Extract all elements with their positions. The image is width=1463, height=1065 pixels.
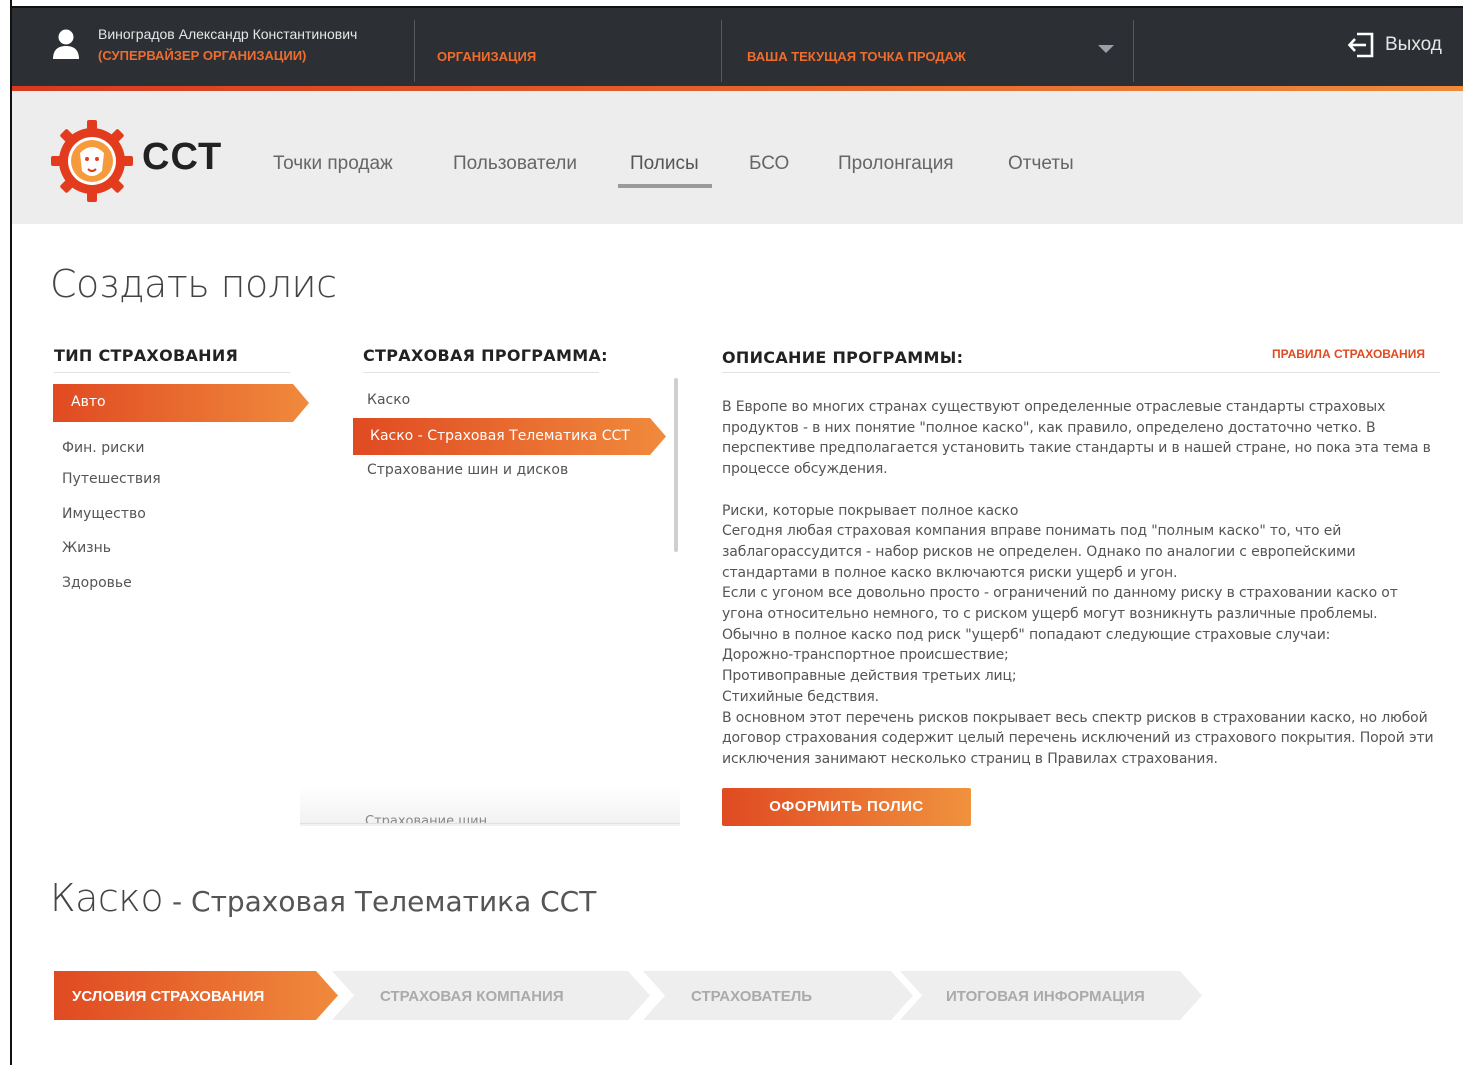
program-item-kasko-telematics[interactable]: Каско - Страховая Телематика ССТ <box>353 418 666 455</box>
type-item-travel[interactable]: Путешествия <box>62 471 161 487</box>
programs-heading-divider <box>363 372 599 373</box>
type-item-life[interactable]: Жизнь <box>62 540 111 556</box>
description-case: Стихийные бедствия. <box>722 688 879 705</box>
nav-item-users[interactable]: Пользователи <box>453 153 577 175</box>
step-summary[interactable]: ИТОГОВАЯ ИНФОРМАЦИЯ <box>900 971 1202 1020</box>
list-fade-shadow <box>300 786 680 826</box>
logo-text[interactable]: ССТ <box>142 136 222 179</box>
description-heading: ОПИСАНИЕ ПРОГРАММЫ: <box>722 348 964 367</box>
list-bottom-divider <box>300 823 680 824</box>
description-case: Противоправные действия третьих лиц; <box>722 668 1017 685</box>
description-risks-title: Риски, которые покрывает полное каско <box>722 502 1019 519</box>
description-paragraph: В основном этот перечень рисков покрывае… <box>722 709 1434 767</box>
nav-item-sales-points[interactable]: Точки продаж <box>273 153 393 175</box>
product-title-rest: - Страховая Телематика ССТ <box>163 885 597 918</box>
step-insurance-company[interactable]: СТРАХОВАЯ КОМПАНИЯ <box>332 971 650 1020</box>
nav-active-underline <box>618 184 712 188</box>
description-paragraph: Обычно в полное каско под риск "ущерб" п… <box>722 626 1331 643</box>
user-role: (СУПЕРВАЙЗЕР ОРГАНИЗАЦИИ) <box>98 48 307 63</box>
nav-item-prolongation[interactable]: Пролонгация <box>838 153 954 175</box>
type-item-auto[interactable]: Авто <box>53 384 309 422</box>
types-heading: ТИП СТРАХОВАНИЯ <box>54 346 239 365</box>
topbar-separator <box>721 20 722 82</box>
topbar-separator <box>414 20 415 82</box>
lion-gear-logo-icon[interactable] <box>50 119 134 203</box>
step-policyholder[interactable]: СТРАХОВАТЕЛЬ <box>643 971 913 1020</box>
program-item-faded: Страхование шин <box>365 814 488 823</box>
product-title: Каско - Страховая Телематика ССТ <box>50 876 596 920</box>
description-heading-divider <box>722 372 1440 373</box>
nav-item-policies[interactable]: Полисы <box>630 153 699 175</box>
sales-point-selector[interactable]: ВАША ТЕКУЩАЯ ТОЧКА ПРОДАЖ <box>747 49 966 64</box>
program-item-kasko[interactable]: Каско <box>367 392 410 408</box>
step-insurance-conditions[interactable]: УСЛОВИЯ СТРАХОВАНИЯ <box>54 971 338 1020</box>
type-item-label: Авто <box>71 394 106 410</box>
type-item-health[interactable]: Здоровье <box>62 575 132 591</box>
type-item-fin-risks[interactable]: Фин. риски <box>62 440 144 456</box>
program-item-label: Каско - Страховая Телематика ССТ <box>370 428 630 444</box>
types-heading-divider <box>54 372 290 373</box>
user-icon <box>53 29 79 59</box>
programs-heading: СТРАХОВАЯ ПРОГРАММА: <box>363 346 608 365</box>
step-label: УСЛОВИЯ СТРАХОВАНИЯ <box>72 988 265 1005</box>
product-title-main: Каско <box>50 876 164 920</box>
logout-icon <box>1347 32 1374 58</box>
insurance-rules-link[interactable]: ПРАВИЛА СТРАХОВАНИЯ <box>1272 347 1425 361</box>
description-paragraph: Если с угоном все довольно просто - огра… <box>722 585 1398 623</box>
description-case: Дорожно-транспортное происшествие; <box>722 647 1009 664</box>
description-paragraph: В Европе во многих странах существуют оп… <box>722 399 1431 478</box>
nav-item-reports[interactable]: Отчеты <box>1008 153 1074 175</box>
step-label: ИТОГОВАЯ ИНФОРМАЦИЯ <box>946 988 1145 1005</box>
chevron-down-icon[interactable] <box>1098 45 1114 53</box>
issue-policy-button[interactable]: ОФОРМИТЬ ПОЛИС <box>722 788 971 826</box>
programs-scrollbar[interactable] <box>674 378 678 552</box>
main-nav: ССТ Точки продаж Пользователи Полисы БСО… <box>12 91 1463 224</box>
nav-item-bso[interactable]: БСО <box>749 153 789 175</box>
program-description: В Европе во многих странах существуют оп… <box>722 397 1442 770</box>
program-item-tires[interactable]: Страхование шин и дисков <box>367 462 568 478</box>
organization-selector[interactable]: ОРГАНИЗАЦИЯ <box>437 49 536 64</box>
type-item-property[interactable]: Имущество <box>62 506 146 522</box>
page-title: Создать полис <box>50 262 337 306</box>
step-label: СТРАХОВАЯ КОМПАНИЯ <box>380 988 564 1005</box>
topbar-separator <box>1133 20 1134 82</box>
logout-button[interactable]: Выход <box>1347 32 1442 58</box>
description-paragraph: Сегодня любая страховая компания вправе … <box>722 523 1356 581</box>
user-name: Виноградов Александр Константинович <box>98 26 358 42</box>
top-bar: Виноградов Александр Константинович (СУП… <box>12 8 1463 86</box>
step-label: СТРАХОВАТЕЛЬ <box>691 988 813 1005</box>
logout-label: Выход <box>1385 34 1442 55</box>
